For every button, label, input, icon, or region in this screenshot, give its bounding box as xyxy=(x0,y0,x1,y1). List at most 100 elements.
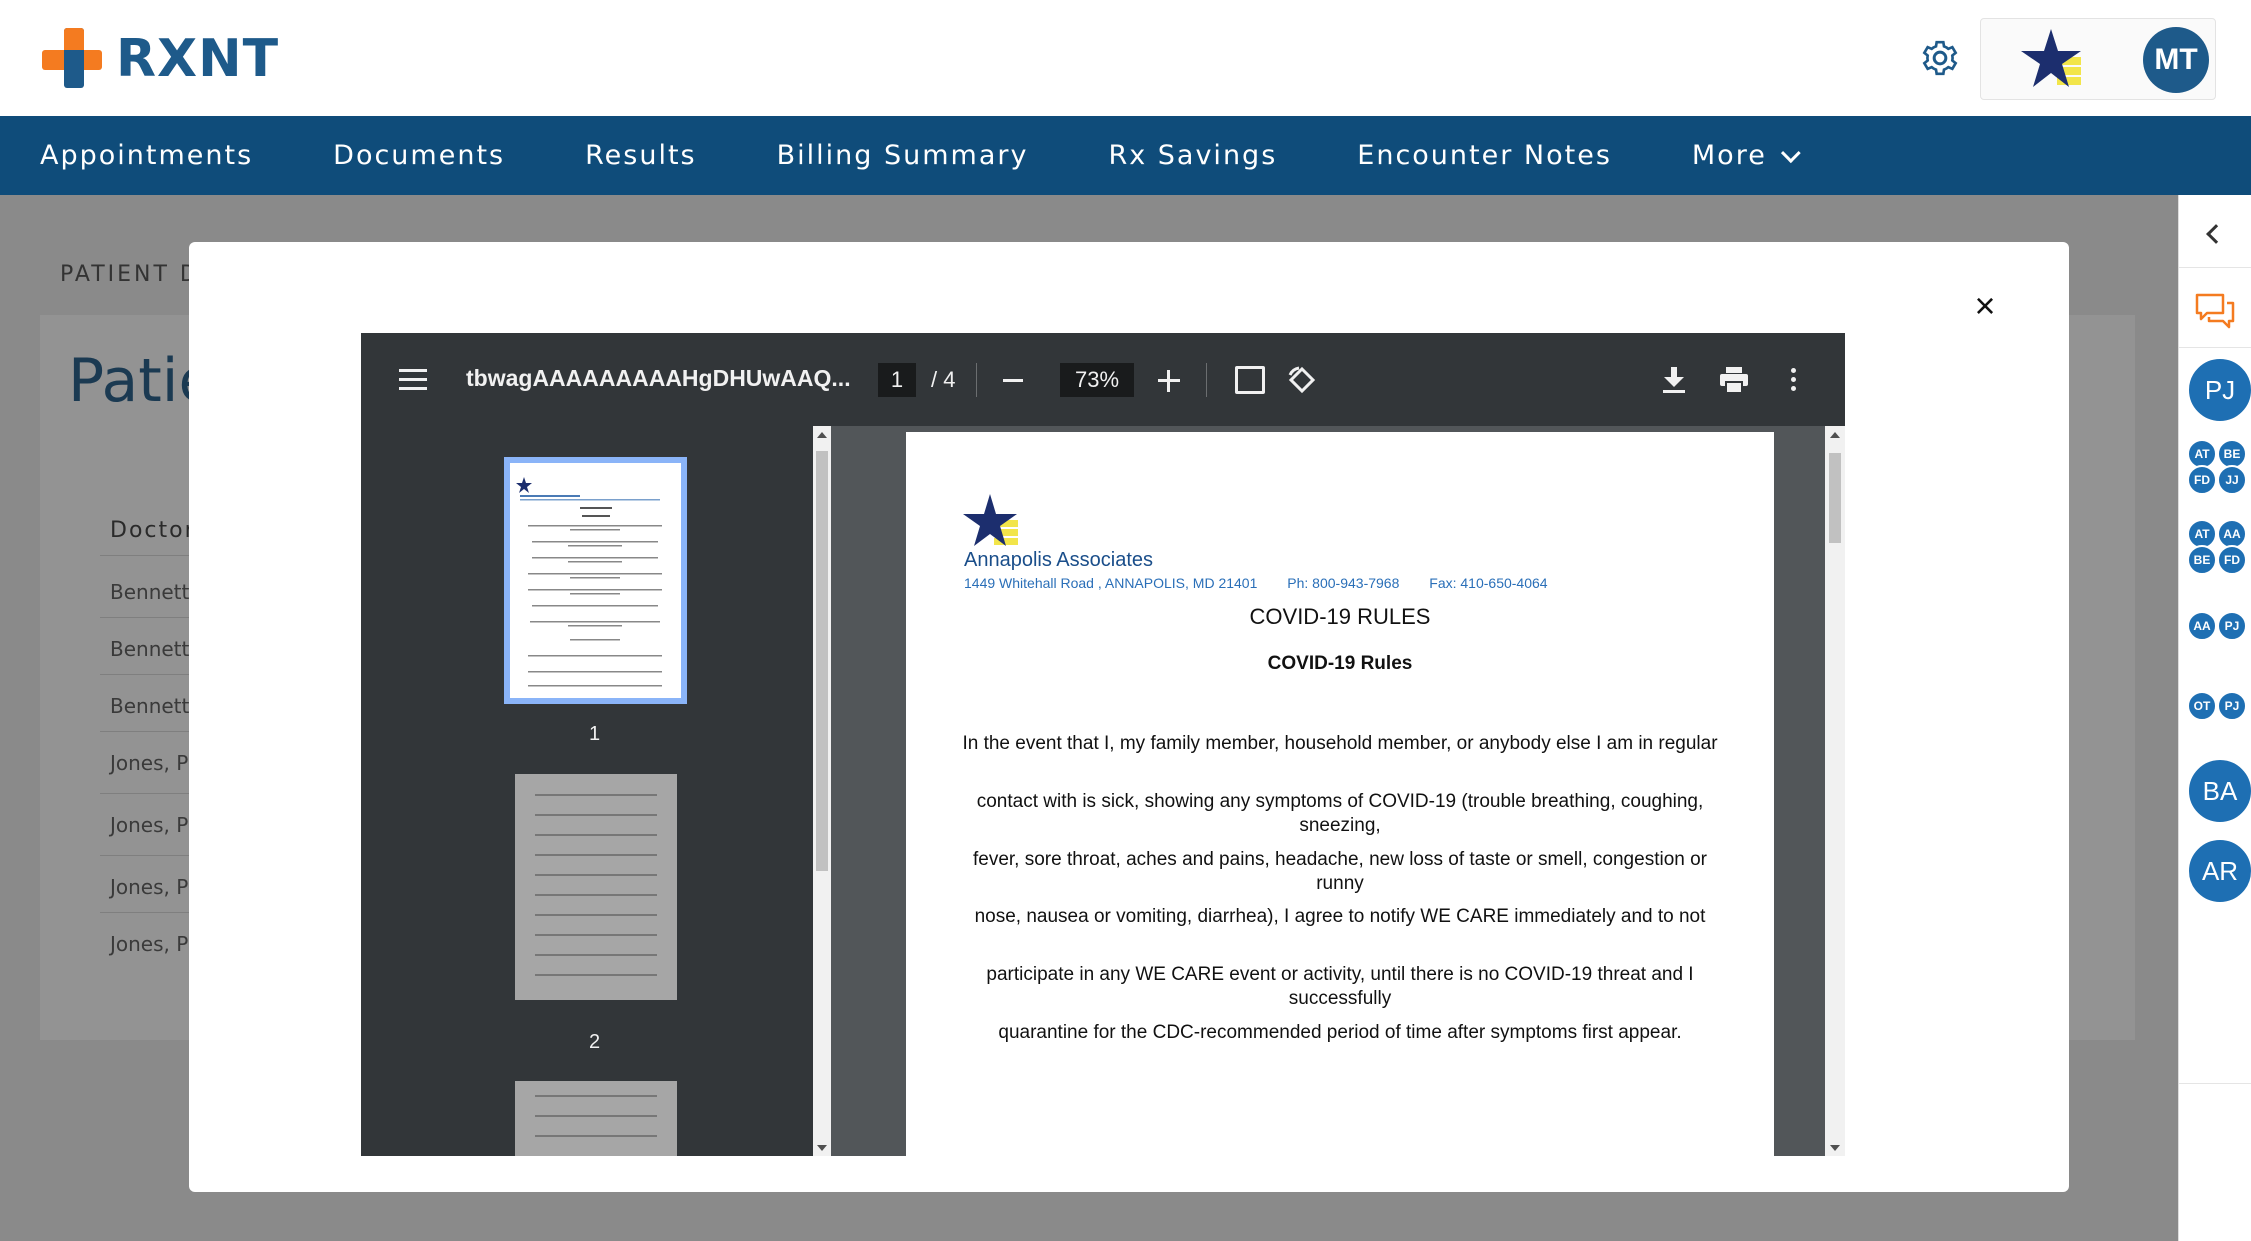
address-text: 1449 Whitehall Road , ANNAPOLIS, MD 2140… xyxy=(964,575,1258,591)
group-avatar[interactable]: FD xyxy=(2187,465,2217,495)
document-subheading: COVID-19 Rules xyxy=(1267,653,1413,674)
thumbnail-text-line xyxy=(535,974,657,976)
scroll-up-arrow-icon[interactable] xyxy=(1830,432,1840,438)
rxnt-logo[interactable]: RXNT xyxy=(42,28,279,90)
row-divider xyxy=(100,855,200,856)
rail-divider xyxy=(2179,1083,2251,1084)
practice-logo-icon xyxy=(2021,29,2081,87)
phone-text: Ph: 800-943-7968 xyxy=(1287,575,1400,591)
table-row[interactable]: Jones, P xyxy=(110,875,188,899)
document-paragraph: In the event that I, my family member, h… xyxy=(962,733,1718,754)
row-divider xyxy=(100,674,200,675)
thumbnail-page-preview xyxy=(510,463,681,698)
pdf-toolbar: tbwagAAAAAAAAAHgDHUwAAQ... 1 / 4 73% xyxy=(361,333,1845,426)
thumbnail-text-line xyxy=(535,914,657,916)
rail-divider xyxy=(2179,267,2251,268)
nav-more[interactable]: More xyxy=(1691,140,1801,171)
download-icon[interactable] xyxy=(1661,365,1687,395)
row-divider xyxy=(100,793,200,794)
table-row[interactable]: Bennett, xyxy=(110,580,196,604)
zoom-in-icon-stem[interactable] xyxy=(1167,370,1170,392)
table-row[interactable]: Jones, P xyxy=(110,813,188,837)
nav-encounter-notes[interactable]: Encounter Notes xyxy=(1357,140,1612,171)
pdf-viewer: tbwagAAAAAAAAAHgDHUwAAQ... 1 / 4 73% 1 2… xyxy=(361,333,1845,1156)
document-paragraph: quarantine for the CDC-recommended perio… xyxy=(998,1022,1682,1043)
breadcrumb: PATIENT D xyxy=(60,262,200,287)
close-icon[interactable]: × xyxy=(1969,288,2001,324)
chat-avatar[interactable]: AR xyxy=(2187,838,2251,904)
document-paragraph: participate in any WE CARE event or acti… xyxy=(986,964,1694,1009)
table-row[interactable]: Jones, P xyxy=(110,751,188,775)
chat-avatar[interactable]: PJ xyxy=(2187,357,2251,423)
collapse-chevron-icon[interactable] xyxy=(2206,224,2226,244)
zoom-out-icon[interactable] xyxy=(1003,379,1023,382)
print-icon[interactable] xyxy=(1719,366,1749,394)
gear-icon[interactable] xyxy=(1920,38,1960,78)
document-modal: × tbwagAAAAAAAAAHgDHUwAAQ... 1 / 4 73% 1… xyxy=(189,242,2069,1192)
rotate-icon[interactable] xyxy=(1287,365,1317,395)
fax-text: Fax: 410-650-4064 xyxy=(1429,575,1548,591)
nav-documents[interactable]: Documents xyxy=(333,140,505,171)
scroll-up-arrow-icon[interactable] xyxy=(817,432,827,438)
column-header-doctor: Doctor xyxy=(110,518,196,543)
toolbar-divider xyxy=(1206,363,1207,397)
nav-more-label: More xyxy=(1691,140,1767,171)
chat-avatar[interactable]: BA xyxy=(2187,758,2251,824)
nav-appointments[interactable]: Appointments xyxy=(40,140,253,171)
thumbnail-label: 1 xyxy=(589,723,601,745)
thumbnail-content-icon xyxy=(516,477,662,687)
page-thumbnail[interactable] xyxy=(515,774,677,1000)
group-avatar[interactable]: BE xyxy=(2187,545,2217,575)
chat-icon[interactable] xyxy=(2193,291,2237,331)
group-avatar[interactable]: AA xyxy=(2187,611,2217,641)
user-avatar[interactable]: MT xyxy=(2143,27,2209,93)
logo-text: RXNT xyxy=(116,29,280,89)
page-total: / 4 xyxy=(931,367,956,392)
table-row[interactable]: Bennett, xyxy=(110,694,196,718)
row-divider xyxy=(100,912,200,913)
document-page: Annapolis Associates 1449 Whitehall Road… xyxy=(906,432,1774,1156)
thumbnail-text-line xyxy=(535,794,657,796)
document-scroll-thumb[interactable] xyxy=(1829,453,1841,543)
nav-results[interactable]: Results xyxy=(585,140,697,171)
chevron-down-icon xyxy=(1780,142,1801,163)
table-row[interactable]: Bennett, xyxy=(110,637,196,661)
group-avatar[interactable]: FD xyxy=(2217,545,2247,575)
thumbnail-text-line xyxy=(535,1135,657,1137)
fit-page-icon[interactable] xyxy=(1235,366,1265,394)
pdf-file-name: tbwagAAAAAAAAAHgDHUwAAQ... xyxy=(466,365,851,391)
more-options-icon[interactable] xyxy=(1791,368,1797,392)
practice-logo-icon xyxy=(963,494,1018,546)
document-paragraph: fever, sore throat, aches and pains, hea… xyxy=(972,849,1708,894)
thumbnail-text-line xyxy=(535,954,657,956)
nav-rx-savings[interactable]: Rx Savings xyxy=(1108,140,1277,171)
page-number-input[interactable]: 1 xyxy=(878,363,916,397)
right-rail: PJ AT BE FD JJ AT AA BE FD AA PJ OT PJ B… xyxy=(2178,195,2251,1241)
document-viewport: Annapolis Associates 1449 Whitehall Road… xyxy=(831,426,1845,1156)
organization-contact: 1449 Whitehall Road , ANNAPOLIS, MD 2140… xyxy=(964,575,1574,591)
thumbnail-label: 2 xyxy=(589,1031,601,1053)
account-switcher[interactable]: MT xyxy=(1980,18,2216,100)
thumbnail-text-line xyxy=(535,1115,657,1117)
nav-billing-summary[interactable]: Billing Summary xyxy=(777,140,1029,171)
scroll-down-arrow-icon[interactable] xyxy=(817,1145,827,1151)
scroll-down-arrow-icon[interactable] xyxy=(1830,1145,1840,1151)
group-avatar[interactable]: OT xyxy=(2187,691,2217,721)
menu-icon[interactable] xyxy=(399,369,427,391)
page-thumbnail[interactable] xyxy=(515,1081,677,1156)
page-thumbnail[interactable] xyxy=(504,457,687,704)
thumbnail-text-line xyxy=(535,1095,657,1097)
app-header: RXNT MT xyxy=(0,0,2251,116)
document-paragraph: nose, nausea or vomiting, diarrhea), I a… xyxy=(974,906,1706,927)
thumbnail-text-line xyxy=(535,874,657,876)
zoom-input[interactable]: 73% xyxy=(1060,363,1134,397)
document-heading: COVID-19 RULES xyxy=(1249,604,1431,629)
group-avatar[interactable]: JJ xyxy=(2217,465,2247,495)
organization-name: Annapolis Associates xyxy=(964,549,1154,571)
row-divider xyxy=(100,555,200,556)
group-avatar[interactable]: PJ xyxy=(2217,611,2247,641)
sidebar-scroll-thumb[interactable] xyxy=(816,451,828,871)
group-avatar[interactable]: PJ xyxy=(2217,691,2247,721)
row-divider xyxy=(100,731,200,732)
table-row[interactable]: Jones, P xyxy=(110,932,188,956)
